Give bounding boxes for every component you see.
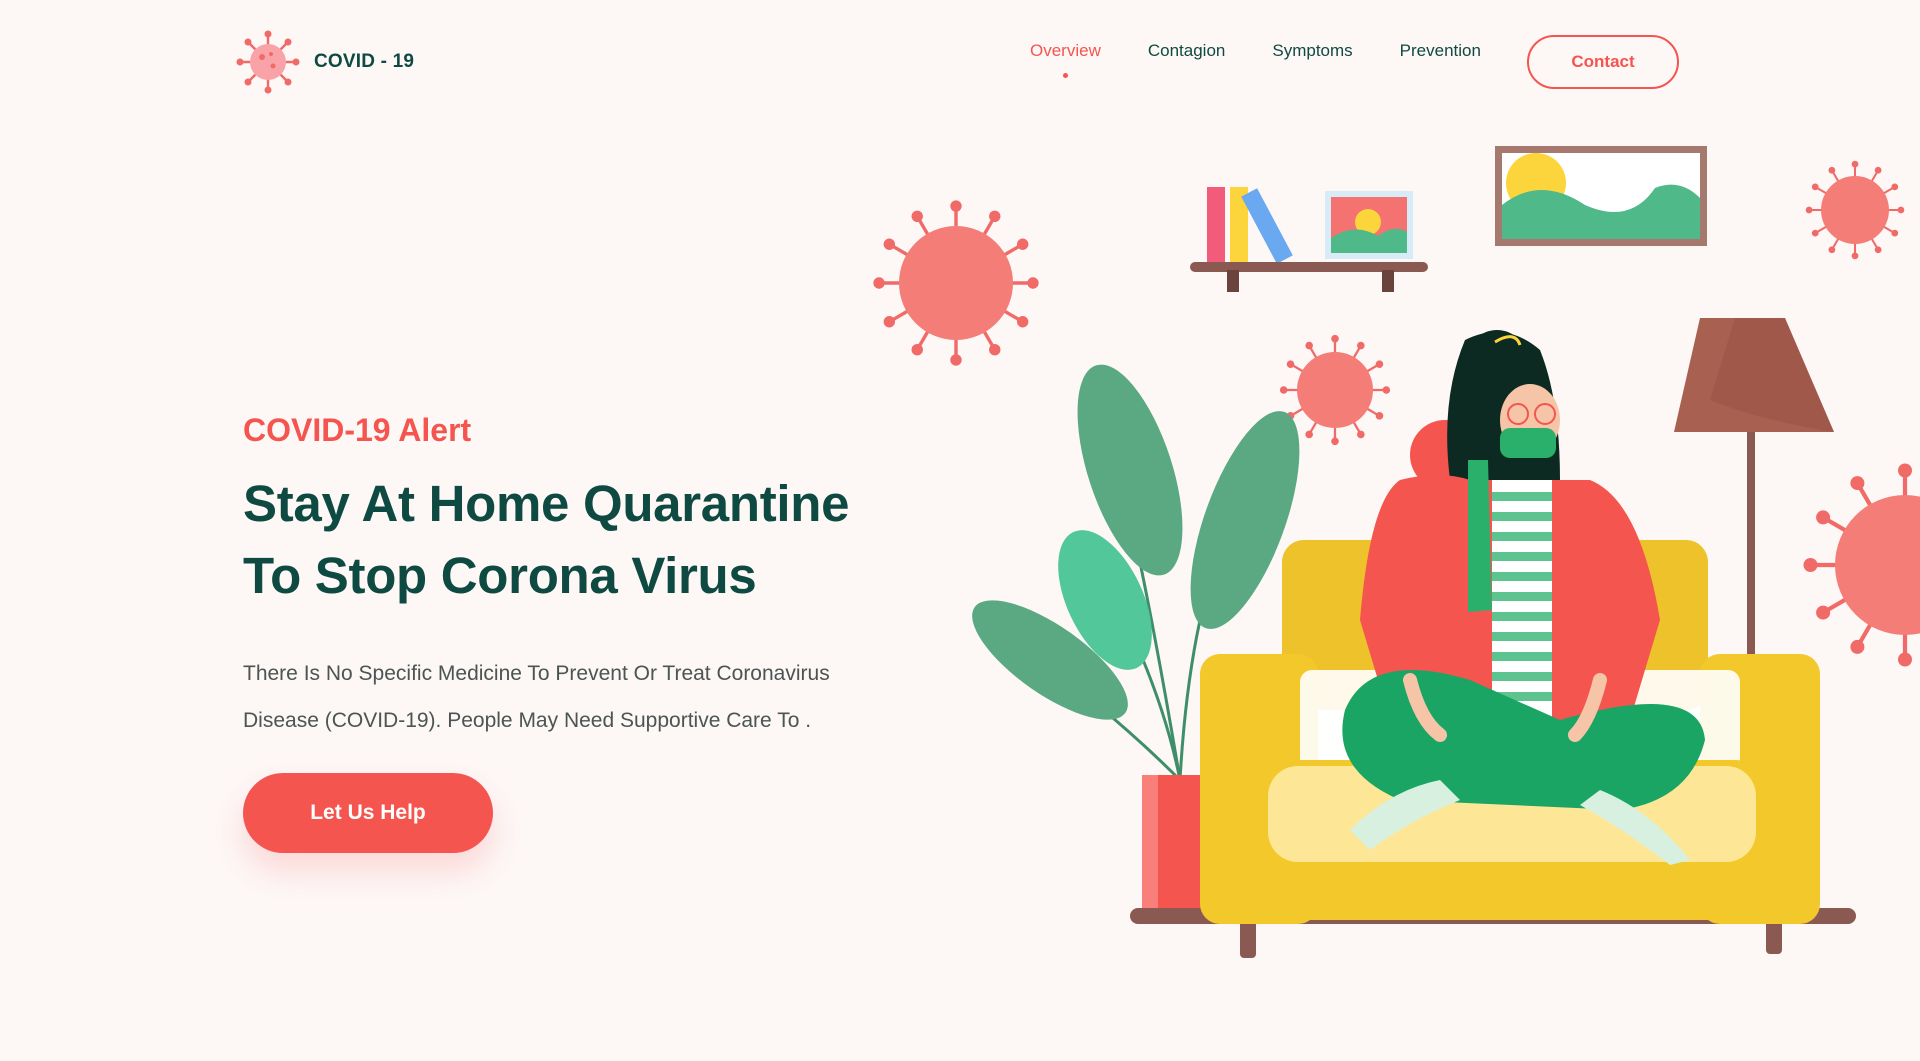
virus-decoration <box>873 200 1038 365</box>
wall-shelf <box>1190 187 1428 292</box>
virus-decoration <box>1804 464 1920 667</box>
woman-character <box>1342 330 1705 865</box>
virus-decoration <box>1806 161 1905 260</box>
quarantine-illustration <box>0 0 1920 958</box>
wall-picture <box>1495 146 1707 246</box>
